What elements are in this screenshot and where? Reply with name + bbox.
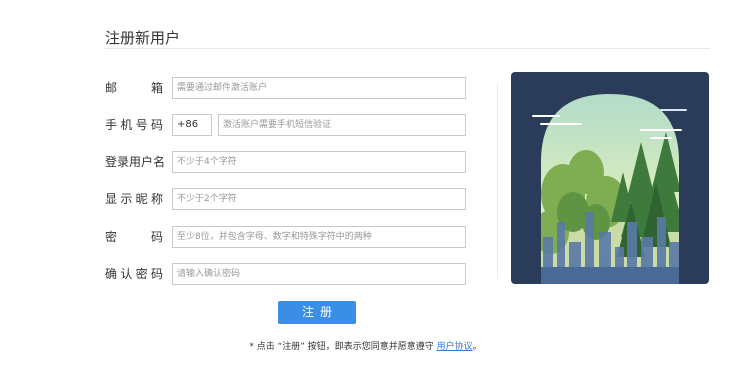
label-char: 密 xyxy=(135,267,148,281)
label-char: 箱 xyxy=(150,81,163,95)
label-char: 号 xyxy=(135,118,148,132)
required-star: * xyxy=(249,342,254,352)
password-field[interactable]: 至少8位，并包含字母、数字和特殊字符中的两种 xyxy=(172,226,466,248)
email-label: 邮 箱 xyxy=(105,77,163,99)
label-char: 码 xyxy=(150,118,163,132)
email-field[interactable]: 需要通过邮件激活账户 xyxy=(172,77,466,99)
label-char: 认 xyxy=(120,267,133,281)
label-char: 登 xyxy=(105,155,118,169)
username-field[interactable]: 不少于4个字符 xyxy=(172,151,466,173)
user-agreement-link[interactable]: 用户协议 xyxy=(437,342,473,352)
phone-label: 手 机 号 码 xyxy=(105,114,163,136)
phone-field[interactable]: 激活账户需要手机短信验证 xyxy=(218,114,466,136)
confirm-password-field[interactable]: 请输入确认密码 xyxy=(172,263,466,285)
label-char: 名 xyxy=(153,155,166,169)
label-char: 昵 xyxy=(135,192,148,206)
label-char: 用 xyxy=(129,155,142,169)
page-title: 注册新用户 xyxy=(105,29,181,47)
label-char: 录 xyxy=(117,155,130,169)
label-char: 码 xyxy=(150,230,163,244)
agreement-note: * 点击 “注册” 按钮，即表示您同意并愿意遵守 用户协议。 xyxy=(0,339,731,352)
label-char: 码 xyxy=(150,267,163,281)
agreement-text: 点击 “注册” 按钮，即表示您同意并愿意遵守 xyxy=(256,342,434,352)
vertical-divider xyxy=(497,83,498,279)
confirm-password-label: 确 认 密 码 xyxy=(105,263,163,285)
nickname-label: 显 示 昵 称 xyxy=(105,188,163,210)
password-label: 密 码 xyxy=(105,226,163,248)
title-divider xyxy=(105,48,710,49)
nickname-field[interactable]: 不少于2个字符 xyxy=(172,188,466,210)
label-char: 邮 xyxy=(105,81,118,95)
register-button[interactable]: 注册 xyxy=(278,301,356,324)
label-char: 机 xyxy=(120,118,133,132)
label-char: 户 xyxy=(141,155,154,169)
username-label: 登 录 用 户 名 xyxy=(105,151,166,173)
label-char: 密 xyxy=(105,230,118,244)
forest-illustration xyxy=(511,72,709,284)
agreement-period: 。 xyxy=(472,342,482,352)
label-char: 称 xyxy=(150,192,163,206)
country-code-select[interactable]: +86 xyxy=(172,114,212,136)
label-char: 手 xyxy=(105,118,118,132)
label-char: 确 xyxy=(105,267,118,281)
label-char: 示 xyxy=(120,192,133,206)
label-char: 显 xyxy=(105,192,118,206)
